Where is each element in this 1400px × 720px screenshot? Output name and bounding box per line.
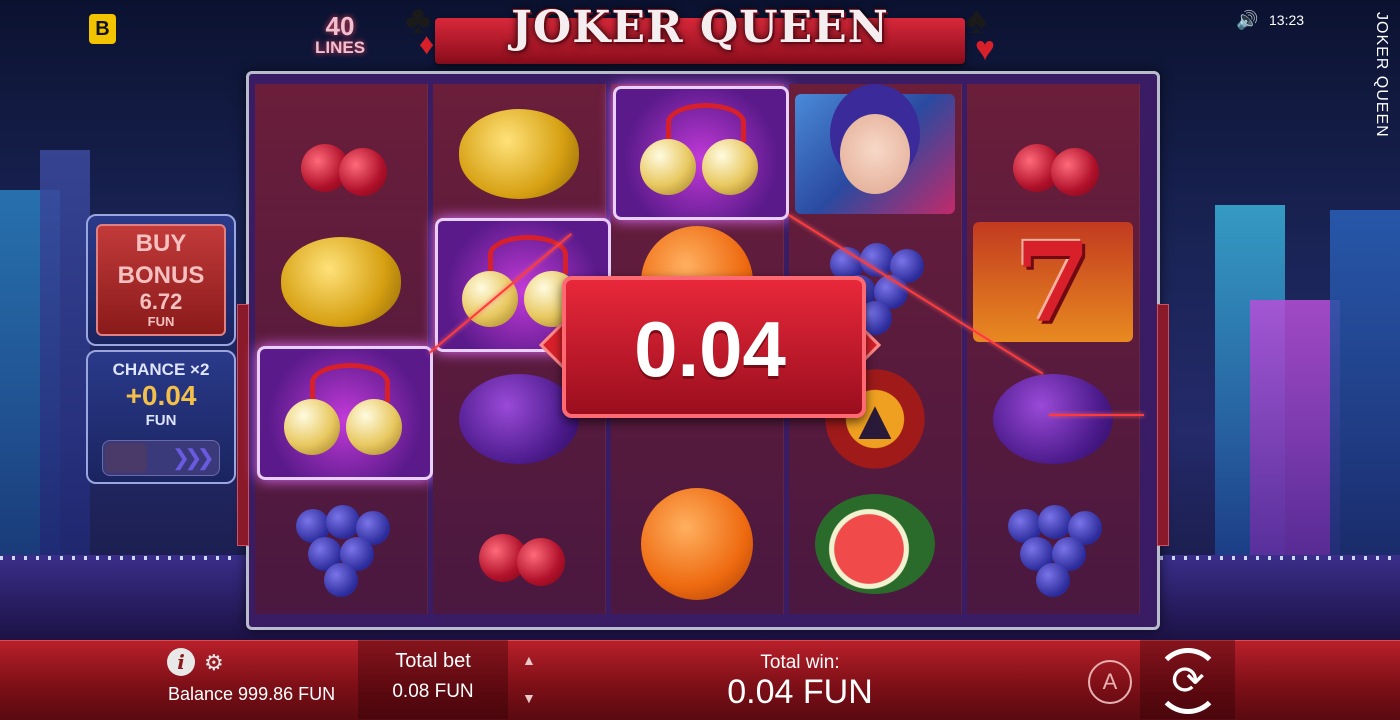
win-badge: 0.04 <box>538 268 882 418</box>
gear-icon[interactable]: ⚙ <box>204 650 224 676</box>
buy-bonus-button[interactable]: BUY BONUS 6.72 FUN <box>86 214 236 346</box>
chance-label: CHANCE ×2 <box>112 360 210 379</box>
toggle-knob <box>105 443 147 473</box>
chevron-right-icon: ❯❯❯ <box>171 445 215 470</box>
rail-left <box>237 304 249 546</box>
skyline-building-right-2 <box>1250 300 1340 580</box>
bet-decrease-icon[interactable]: ▼ <box>522 690 536 706</box>
symbol-lemon <box>261 222 421 342</box>
payline <box>1049 414 1144 416</box>
symbol-seven: 7 <box>973 218 1133 347</box>
buy-bonus-currency: FUN <box>147 314 175 329</box>
symbol-cherry <box>973 94 1133 214</box>
symbol-plum <box>973 359 1133 479</box>
total-win-value: 0.04 FUN <box>727 673 873 711</box>
skyline-building-right-3 <box>1330 210 1400 580</box>
lines-count: 40 <box>325 11 355 41</box>
total-bet-value: 0.08 FUN <box>392 681 474 702</box>
reel-1 <box>255 84 433 614</box>
buy-bonus-amount: 6.72 <box>139 289 183 314</box>
skyline-building-left-2 <box>40 150 90 590</box>
symbol-lemon <box>439 94 599 214</box>
buy-bonus-inner: BUY BONUS 6.72 FUN <box>96 224 226 336</box>
title-banner: ♣ ♠ ♦ ♥ JOKER QUEEN <box>405 0 995 78</box>
total-win-label: Total win: <box>760 652 840 673</box>
buy-bonus-line1: BUY <box>135 230 187 257</box>
game-title: JOKER QUEEN <box>511 2 889 53</box>
total-bet-label: Total bet <box>395 650 471 672</box>
floor-lights-left <box>0 556 240 560</box>
lines-indicator: 40 LINES <box>300 11 380 58</box>
symbol-watermelon <box>795 484 955 604</box>
spin-button[interactable]: ⟳ <box>1155 648 1221 714</box>
symbol-bells-win <box>257 346 433 480</box>
floor-lights-right <box>1160 556 1400 560</box>
win-amount: 0.04 <box>634 305 786 393</box>
rail-right <box>1157 304 1169 546</box>
side-game-title: JOKER QUEEN <box>1373 12 1390 138</box>
reel-5: 7 <box>967 84 1140 614</box>
clock: 13:23 <box>1269 12 1305 28</box>
brand-logo: B <box>89 14 116 44</box>
symbol-cherry <box>439 484 599 604</box>
bet-increase-icon[interactable]: ▲ <box>522 652 536 668</box>
buy-bonus-line2: BONUS <box>117 262 205 289</box>
symbol-bells-win <box>613 86 789 220</box>
symbol-grapes <box>261 484 421 604</box>
chance-amount: +0.04 <box>125 380 197 411</box>
chance-currency: FUN <box>145 412 177 429</box>
chance-toggle[interactable]: ❯❯❯ <box>102 440 220 476</box>
speaker-icon[interactable]: 🔊 <box>1236 10 1258 31</box>
lines-label: LINES <box>314 38 366 57</box>
symbol-joker <box>795 94 955 214</box>
balance: Balance 999.86 FUN <box>168 684 336 704</box>
total-bet-panel: Total bet 0.08 FUN <box>358 640 508 719</box>
autoplay-button[interactable]: A <box>1088 660 1132 704</box>
chance-panel: CHANCE ×2 +0.04 FUN ❯❯❯ <box>86 350 236 484</box>
info-icon[interactable]: i <box>167 648 195 676</box>
symbol-cherry <box>261 94 421 214</box>
symbol-grapes <box>973 484 1133 604</box>
symbol-orange <box>617 484 777 604</box>
